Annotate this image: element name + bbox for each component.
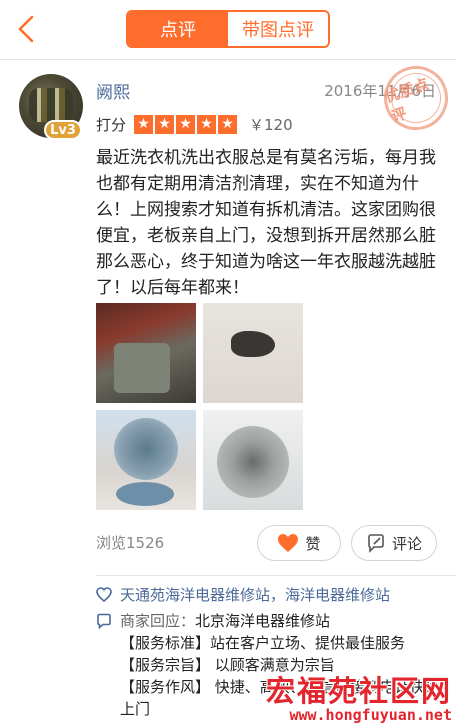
comment-edit-icon xyxy=(366,533,386,553)
tab-review[interactable]: 点评 xyxy=(128,12,228,46)
review-type-tabs: 点评 带图点评 xyxy=(126,10,330,48)
photo-content xyxy=(116,482,174,506)
rating-label: 打分 xyxy=(96,115,127,134)
watermark-title: 宏福苑社区网 xyxy=(265,674,452,708)
star-icon: ★ xyxy=(155,114,175,134)
reply-line: 【服务标准】站在客户立场、提供最佳服务 xyxy=(120,634,406,652)
star-icon: ★ xyxy=(197,114,217,134)
heart-outline-icon xyxy=(96,587,112,602)
shop-names[interactable]: 天通苑海洋电器维修站，海洋电器维修站 xyxy=(120,584,390,605)
like-label: 赞 xyxy=(305,534,321,553)
review-photo[interactable] xyxy=(96,410,196,510)
review-photo[interactable] xyxy=(203,303,303,403)
like-button[interactable]: 赞 xyxy=(257,525,341,561)
review-photo[interactable] xyxy=(203,410,303,510)
reply-label: 商家回应： xyxy=(120,612,196,630)
reply-bubble-icon xyxy=(96,613,112,629)
star-icon: ★ xyxy=(176,114,196,134)
merchant-name: 北京海洋电器维修站 xyxy=(195,612,331,630)
avatar-image xyxy=(29,88,73,122)
watermark-url: www.hongfuyuan.net xyxy=(289,706,452,724)
photo-content xyxy=(231,331,275,357)
heart-icon xyxy=(277,533,299,553)
comment-button[interactable]: 评论 xyxy=(351,525,437,561)
photo-content xyxy=(114,343,170,393)
user-level-badge: Lv3 xyxy=(44,120,82,140)
comment-label: 评论 xyxy=(391,534,422,553)
photo-content xyxy=(217,426,289,498)
rating-row: 打分 ★ ★ ★ ★ ★ ￥120 xyxy=(96,113,293,135)
photo-content xyxy=(114,418,178,480)
price-per-person: ￥120 xyxy=(249,115,293,134)
review-text: 最近洗衣机洗出衣服总是有莫名污垢，每月我也都有定期用清洁剂清理，实在不知道为什么… xyxy=(96,145,441,301)
review-body: 最近洗衣机洗出衣服总是有莫名污垢，每月我也都有定期用清洁剂清理，实在不知道为什么… xyxy=(96,148,436,298)
star-icon: ★ xyxy=(134,114,154,134)
shop-links[interactable]: 天通苑海洋电器维修站，海洋电器维修站 xyxy=(96,584,390,605)
site-watermark: 宏福苑社区网 www.hongfuyuan.net xyxy=(250,668,456,726)
quality-review-stamp: 优质点评 xyxy=(375,57,456,139)
top-bar: 点评 带图点评 xyxy=(0,0,456,60)
tab-photo-review[interactable]: 带图点评 xyxy=(228,12,328,46)
reviewer-name[interactable]: 阙熙 xyxy=(96,78,130,103)
back-arrow-icon[interactable] xyxy=(14,14,40,44)
review-photo[interactable] xyxy=(96,303,196,403)
star-icon: ★ xyxy=(218,114,238,134)
view-count: 浏览1526 xyxy=(96,534,165,552)
divider xyxy=(96,575,456,576)
